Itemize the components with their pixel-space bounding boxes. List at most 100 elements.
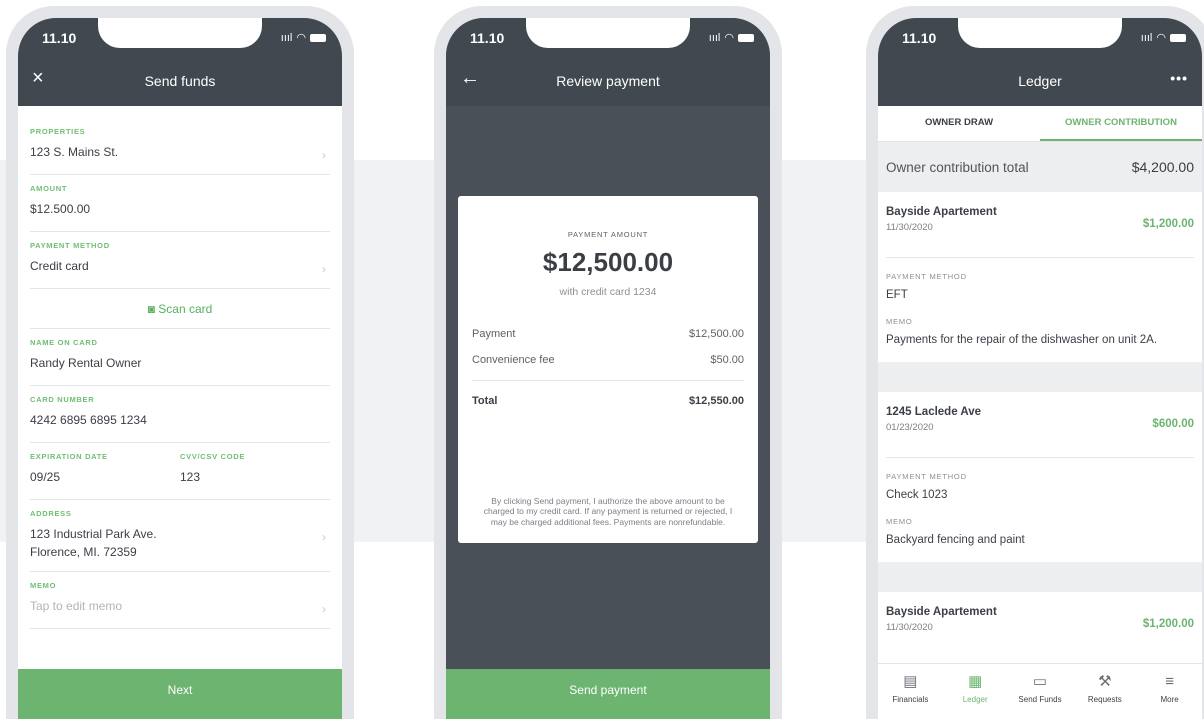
address-field[interactable]: ADDRESS 123 Industrial Park Ave. Florenc… (30, 500, 330, 572)
entry-amount: $1,200.00 (1142, 218, 1194, 230)
field-value: 09/25 (30, 470, 61, 484)
method-value: Check 1023 (886, 489, 948, 501)
ledger-entry[interactable]: Bayside Apartement 11/30/2020 $1,200.00 (878, 592, 1202, 658)
field-label: ADDRESS (30, 509, 72, 518)
entry-memo: MEMO Backyard fencing and paint (886, 503, 1194, 562)
payment-line: Payment $12,500.00 (472, 328, 744, 340)
total-value: $4,200.00 (1131, 159, 1194, 175)
properties-field[interactable]: PROPERTIES 123 S. Mains St. › (30, 118, 330, 175)
entry-amount: $1,200.00 (1142, 618, 1194, 630)
send-payment-button[interactable]: Send payment (446, 669, 770, 719)
more-options-icon[interactable]: ••• (1170, 70, 1188, 86)
payment-label: Payment (472, 328, 516, 340)
payment-method-field[interactable]: PAYMENT METHOD Credit card › (30, 232, 330, 289)
field-value: 4242 6895 6895 1234 (30, 413, 147, 427)
memo-value: Backyard fencing and paint (886, 534, 1025, 546)
field-value: Credit card (30, 259, 89, 273)
review-header: 11.10 ıııl ◠ ← Review payment (446, 18, 770, 106)
phone-review-payment: 11.10 ıııl ◠ ← Review payment PAYMENT AM… (434, 6, 782, 719)
ledger-entry[interactable]: Bayside Apartement 11/30/2020 $1,200.00 … (878, 192, 1202, 392)
fee-value: $50.00 (710, 354, 744, 366)
chevron-right-icon: › (322, 602, 326, 616)
nav-more[interactable]: ≡ More (1137, 664, 1202, 719)
field-label: CARD NUMBER (30, 395, 95, 404)
status-time: 11.10 (42, 30, 77, 46)
field-label: MEMO (30, 581, 57, 590)
fee-label: Convenience fee (472, 354, 555, 366)
ledger-tabs: OWNER DRAW OWNER CONTRIBUTION (878, 106, 1202, 142)
nav-label: Send Funds (1018, 695, 1062, 704)
notch (98, 18, 262, 48)
ledger-entry[interactable]: 1245 Laclede Ave 01/23/2020 $600.00 PAYM… (878, 392, 1202, 592)
document-icon: ▤ (903, 673, 918, 690)
nav-requests[interactable]: ⚒ Requests (1072, 664, 1137, 719)
status-time: 11.10 (902, 30, 937, 46)
name-on-card-field[interactable]: NAME ON CARD Randy Rental Owner (30, 329, 330, 386)
chevron-right-icon: › (322, 262, 326, 276)
entry-memo: MEMO Payments for the repair of the dish… (886, 303, 1194, 362)
page-title: Review payment (556, 73, 660, 89)
disclaimer-text: By clicking Send payment, I authorize th… (483, 495, 733, 527)
amount-field[interactable]: AMOUNT $12.500.00 (30, 175, 330, 232)
total-label: Owner contribution total (886, 159, 1029, 175)
payment-amount: $12,500.00 (542, 247, 674, 277)
nav-label: Ledger (962, 695, 988, 704)
phone-send-funds: 11.10 ıııl ◠ × Send funds PROPERTIES 123… (6, 6, 354, 719)
memo-field[interactable]: MEMO Tap to edit memo › (30, 572, 330, 629)
page-title: Send funds (144, 73, 216, 89)
send-funds-header: 11.10 ıııl ◠ × Send funds (18, 18, 342, 106)
nav-ledger[interactable]: ▦ Ledger (943, 664, 1008, 719)
scan-card-button[interactable]: ◙ Scan card (30, 289, 330, 329)
entry-name: Bayside Apartement (886, 606, 997, 618)
ledger-header: 11.10 ıııl ◠ Ledger ••• (878, 18, 1202, 106)
address-line-1: 123 Industrial Park Ave. (30, 527, 157, 541)
memo-value: Payments for the repair of the dishwashe… (886, 334, 1158, 346)
notch (526, 18, 690, 48)
status-icons: ıııl ◠ (281, 31, 326, 44)
phone-ledger: 11.10 ıııl ◠ Ledger ••• OWNER DRAW OWNER… (866, 6, 1204, 719)
memo-label: MEMO (886, 517, 913, 526)
expiration-field[interactable]: EXPIRATION DATE 09/25 (30, 443, 180, 499)
card-number-field[interactable]: CARD NUMBER 4242 6895 6895 1234 (30, 386, 330, 443)
field-label: CVV/CSV CODE (180, 452, 246, 461)
divider (472, 380, 744, 381)
nav-send-funds[interactable]: ▭ Send Funds (1008, 664, 1073, 719)
expiration-cvv-row: EXPIRATION DATE 09/25 CVV/CSV CODE 123 (30, 443, 330, 500)
total-line: Total $12,550.00 (472, 395, 744, 407)
memo-label: MEMO (886, 317, 913, 326)
notch (958, 18, 1122, 48)
page-title: Ledger (1018, 73, 1062, 89)
next-button[interactable]: Next (18, 669, 342, 719)
nav-label: Requests (1087, 695, 1122, 704)
nav-label: More (1160, 695, 1179, 704)
entry-separator (878, 562, 1202, 592)
wifi-icon: ◠ (296, 32, 306, 44)
signal-icon: ıııl (1140, 31, 1153, 44)
cvv-field[interactable]: CVV/CSV CODE 123 (180, 443, 330, 499)
entry-header: Bayside Apartement 11/30/2020 $1,200.00 (886, 592, 1194, 658)
signal-icon: ıııl (280, 31, 293, 44)
method-label: PAYMENT METHOD (886, 272, 967, 281)
calculator-icon: ▦ (968, 673, 983, 690)
entry-header: Bayside Apartement 11/30/2020 $1,200.00 (886, 192, 1194, 258)
nav-financials[interactable]: ▤ Financials (878, 664, 943, 719)
field-value: 123 S. Mains St. (30, 145, 119, 159)
total-label: Total (472, 395, 498, 407)
method-value: EFT (886, 289, 908, 301)
contribution-total: Owner contribution total $4,200.00 (878, 142, 1202, 192)
tab-owner-contribution[interactable]: OWNER CONTRIBUTION (1040, 106, 1202, 141)
ledger-list: Owner contribution total $4,200.00 Baysi… (878, 142, 1202, 658)
ledger-screen: 11.10 ıııl ◠ Ledger ••• OWNER DRAW OWNER… (878, 18, 1202, 719)
fee-line: Convenience fee $50.00 (472, 354, 744, 366)
memo-placeholder: Tap to edit memo (30, 599, 123, 613)
send-funds-screen: 11.10 ıııl ◠ × Send funds PROPERTIES 123… (18, 18, 342, 719)
status-icons: ıııl ◠ (1141, 31, 1186, 44)
entry-header: 1245 Laclede Ave 01/23/2020 $600.00 (886, 392, 1194, 458)
entry-method: PAYMENT METHOD Check 1023 (886, 458, 1194, 503)
field-label: PROPERTIES (30, 127, 86, 136)
nav-label: Financials (892, 695, 929, 704)
tab-owner-draw[interactable]: OWNER DRAW (878, 106, 1040, 141)
entry-date: 01/23/2020 (886, 422, 934, 433)
wifi-icon: ◠ (1156, 32, 1166, 44)
entry-name: Bayside Apartement (886, 206, 997, 218)
